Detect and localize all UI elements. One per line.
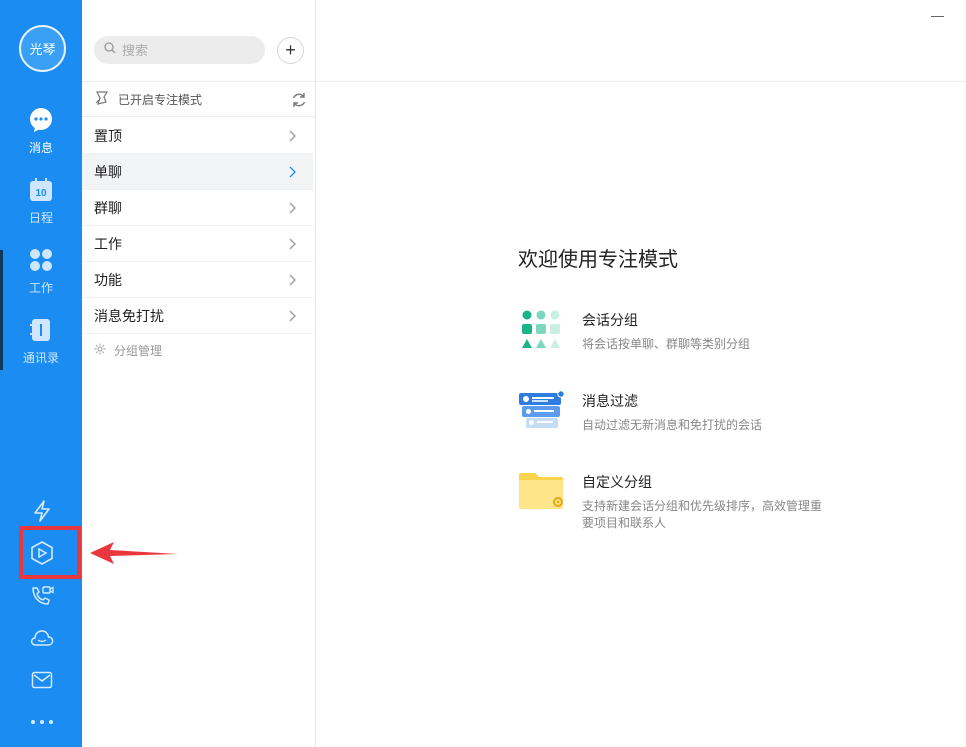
chat-icon <box>28 107 54 133</box>
feature-message-filter: 消息过滤 自动过滤无新消息和免打扰的会话 <box>518 390 822 435</box>
minimize-icon <box>931 15 944 17</box>
feature-session-group: 会话分组 将会话按单聊、群聊等类别分组 <box>518 310 822 354</box>
group-item-do-not-disturb[interactable]: 消息免打扰 <box>82 298 313 334</box>
group-label: 工作 <box>94 235 122 252</box>
message-filter-icon <box>518 390 566 435</box>
nav-label: 日程 <box>28 211 53 225</box>
group-item-single-chat[interactable]: 单聊 <box>82 154 313 190</box>
search-box[interactable] <box>94 36 265 64</box>
more-dots-icon[interactable] <box>27 707 57 737</box>
focus-mode-label: 已开启专注模式 <box>118 92 203 107</box>
session-group-icon <box>518 310 566 354</box>
nav-work[interactable]: 工作 <box>0 247 82 309</box>
feature-desc: 支持新建会话分组和优先级排序，高效管理重要项目和联系人 <box>582 499 823 530</box>
avatar[interactable]: 光琴 <box>19 25 66 72</box>
feature-desc: 自动过滤无新消息和免打扰的会话 <box>582 418 763 432</box>
chevron-right-icon <box>287 237 297 251</box>
group-manage-button[interactable]: 分组管理 <box>94 342 162 359</box>
chevron-right-icon <box>287 309 297 323</box>
conversation-group-panel: + 已开启专注模式 置顶 单聊 群聊 工作 功能 消息免打扰 分组管理 <box>82 0 316 747</box>
left-rail: 光琴 消息 10 日程 工作 通讯录 <box>0 0 82 747</box>
svg-text:10: 10 <box>35 188 47 199</box>
annotation-arrow <box>88 540 180 571</box>
nav-calendar[interactable]: 10 日程 <box>0 177 82 239</box>
group-manage-label: 分组管理 <box>114 344 163 358</box>
feature-title: 会话分组 <box>582 312 638 328</box>
header-divider <box>317 81 966 82</box>
group-label: 置顶 <box>94 127 122 144</box>
gear-icon <box>94 343 106 358</box>
group-item-function[interactable]: 功能 <box>82 262 313 298</box>
minimize-button[interactable] <box>931 9 944 23</box>
avatar-text: 光琴 <box>29 42 56 57</box>
feature-desc: 将会话按单聊、群聊等类别分组 <box>582 337 751 351</box>
focus-mode-bar: 已开启专注模式 <box>82 82 316 117</box>
group-label: 功能 <box>94 271 122 288</box>
add-icon: + <box>285 40 296 60</box>
custom-folder-icon <box>518 472 566 516</box>
group-item-work[interactable]: 工作 <box>82 226 313 262</box>
add-button[interactable]: + <box>277 37 304 64</box>
feature-title: 自定义分组 <box>582 474 652 490</box>
chevron-right-icon <box>287 273 297 287</box>
welcome-title: 欢迎使用专注模式 <box>518 249 678 271</box>
nav-messages[interactable]: 消息 <box>0 107 82 169</box>
apps-grid-icon <box>28 247 54 273</box>
chevron-right-icon <box>287 201 297 215</box>
phone-video-icon[interactable] <box>27 581 57 611</box>
mail-icon[interactable] <box>27 665 57 695</box>
group-item-pinned[interactable]: 置顶 <box>82 118 313 154</box>
nav-contacts[interactable]: 通讯录 <box>0 317 82 379</box>
nav-label: 消息 <box>28 141 53 155</box>
nav-label: 工作 <box>28 281 53 295</box>
lightning-icon[interactable] <box>27 496 57 526</box>
group-label: 单聊 <box>94 163 122 180</box>
search-input[interactable] <box>122 42 252 58</box>
feature-custom-group: 自定义分组 支持新建会话分组和优先级排序，高效管理重要项目和联系人 <box>518 472 822 532</box>
group-item-group-chat[interactable]: 群聊 <box>82 190 313 226</box>
nav-label: 通讯录 <box>22 351 59 365</box>
group-label: 消息免打扰 <box>94 307 164 324</box>
contacts-book-icon <box>28 317 54 343</box>
search-icon <box>104 41 116 59</box>
annotation-highlight-box <box>19 526 81 579</box>
group-label: 群聊 <box>94 199 122 216</box>
feature-title: 消息过滤 <box>582 393 638 409</box>
calendar-icon: 10 <box>28 177 54 203</box>
cloud-icon[interactable] <box>27 623 57 653</box>
chevron-right-icon <box>287 129 297 143</box>
focus-mode-icon <box>94 90 110 109</box>
chevron-right-icon <box>287 165 297 179</box>
switch-mode-icon[interactable] <box>290 91 308 109</box>
